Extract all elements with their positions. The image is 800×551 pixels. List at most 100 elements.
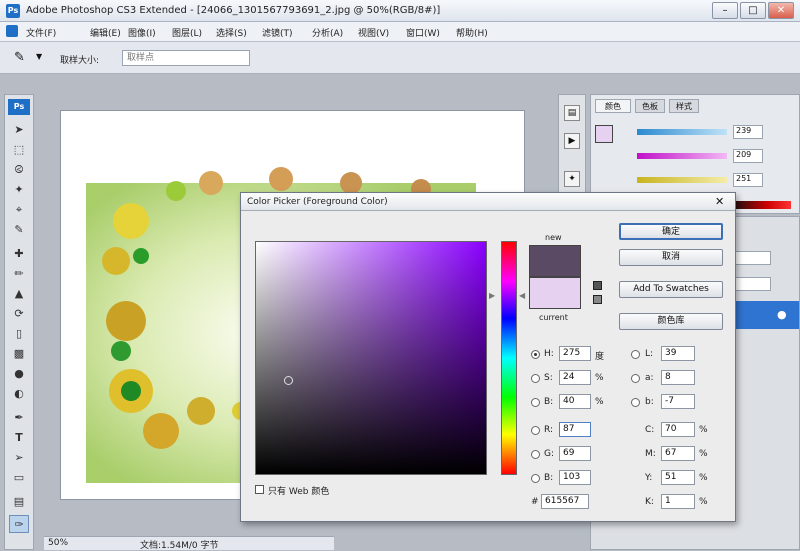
dodge-tool-icon[interactable]: ◐: [9, 385, 29, 403]
crop-tool-icon[interactable]: ⌖: [9, 201, 29, 219]
s-unit: %: [595, 373, 604, 383]
radio-b-blue[interactable]: [531, 474, 540, 483]
blur-tool-icon[interactable]: ●: [9, 365, 29, 383]
g-input[interactable]: 69: [559, 446, 591, 461]
hue-left-arrow-icon[interactable]: ▶: [489, 291, 495, 300]
tool-preset-chevron-icon[interactable]: ▼: [36, 52, 42, 61]
hue-right-arrow-icon[interactable]: ◀: [519, 291, 525, 300]
k-label: K:: [645, 497, 654, 507]
menu-bar: 文件(F) 编辑(E) 图像(I) 图层(L) 选择(S) 滤镜(T) 分析(A…: [0, 22, 800, 42]
current-color-swatch[interactable]: [529, 277, 581, 309]
h-unit: 度: [595, 352, 605, 362]
magic-wand-tool-icon[interactable]: ✦: [9, 181, 29, 199]
ok-button[interactable]: 确定: [619, 223, 723, 240]
menu-item-analysis[interactable]: 分析(A): [312, 26, 343, 39]
slice-tool-icon[interactable]: ✎: [9, 221, 29, 239]
add-to-swatches-button[interactable]: Add To Swatches: [619, 281, 723, 298]
c-input[interactable]: 70: [661, 422, 695, 437]
radio-a[interactable]: [631, 374, 640, 383]
color-ramp[interactable]: [731, 201, 791, 209]
h-label: H:: [544, 349, 554, 359]
brush-tool-icon[interactable]: ✏: [9, 265, 29, 283]
lab-b-input[interactable]: -7: [661, 394, 695, 409]
h-input[interactable]: 275: [559, 346, 591, 361]
saturation-brightness-field[interactable]: [255, 241, 487, 475]
actions-panel-icon[interactable]: ▶: [564, 133, 580, 149]
healing-brush-tool-icon[interactable]: ✚: [9, 245, 29, 263]
sample-size-value: 取样点: [127, 53, 155, 63]
sample-size-select[interactable]: 取样点: [122, 50, 250, 66]
y-input[interactable]: 51: [661, 470, 695, 485]
menu-item-edit[interactable]: 编辑(E): [90, 26, 121, 39]
hex-input[interactable]: 615567: [541, 494, 589, 509]
b-brightness-input[interactable]: 40: [559, 394, 591, 409]
options-bar: ✎ ▼ 取样大小: 取样点: [0, 42, 800, 74]
move-tool-icon[interactable]: ➤: [9, 121, 29, 139]
r-value[interactable]: 239: [733, 125, 763, 139]
tab-styles[interactable]: 样式: [669, 99, 699, 113]
tab-color[interactable]: 颜色: [595, 99, 631, 113]
a-input[interactable]: 8: [661, 370, 695, 385]
maximize-button[interactable]: □: [740, 2, 766, 19]
tools-panel-icon[interactable]: ✦: [564, 171, 580, 187]
web-safe-warning-icon[interactable]: [593, 295, 602, 304]
menu-item-image[interactable]: 图像(I): [128, 26, 156, 39]
radio-r[interactable]: [531, 426, 540, 435]
radio-b-brightness[interactable]: [531, 398, 540, 407]
g-slider[interactable]: [637, 153, 727, 159]
color-libraries-button[interactable]: 颜色库: [619, 313, 723, 330]
shape-tool-icon[interactable]: ▭: [9, 469, 29, 487]
menu-item-view[interactable]: 视图(V): [358, 26, 389, 39]
eyedropper-tool-icon[interactable]: ✎: [14, 50, 25, 65]
hue-slider[interactable]: [501, 241, 517, 475]
r-input[interactable]: 87: [559, 422, 591, 437]
radio-lab-b[interactable]: [631, 398, 640, 407]
m-label: M:: [645, 449, 656, 459]
opacity-field[interactable]: [731, 251, 771, 265]
path-selection-tool-icon[interactable]: ➢: [9, 449, 29, 467]
eyedropper-tool-icon[interactable]: ✑: [9, 515, 29, 533]
web-only-checkbox[interactable]: [255, 485, 264, 494]
radio-h[interactable]: [531, 350, 540, 359]
r-slider[interactable]: [637, 129, 727, 135]
zoom-level[interactable]: 50%: [48, 538, 68, 548]
l-input[interactable]: 39: [661, 346, 695, 361]
g-value[interactable]: 209: [733, 149, 763, 163]
radio-g[interactable]: [531, 450, 540, 459]
eraser-tool-icon[interactable]: ▯: [9, 325, 29, 343]
b-slider[interactable]: [637, 177, 727, 183]
menu-item-file[interactable]: 文件(F): [26, 26, 56, 39]
notes-tool-icon[interactable]: ▤: [9, 493, 29, 511]
cancel-button[interactable]: 取消: [619, 249, 723, 266]
m-input[interactable]: 67: [661, 446, 695, 461]
minimize-button[interactable]: –: [712, 2, 738, 19]
b-blue-input[interactable]: 103: [559, 470, 591, 485]
lasso-tool-icon[interactable]: ⧀: [9, 161, 29, 179]
history-panel-icon[interactable]: ▤: [564, 105, 580, 121]
tab-swatches[interactable]: 色板: [635, 99, 665, 113]
menu-item-filter[interactable]: 滤镜(T): [262, 26, 293, 39]
marquee-tool-icon[interactable]: ⬚: [9, 141, 29, 159]
color-field-marker[interactable]: [284, 376, 293, 385]
menu-item-help[interactable]: 帮助(H): [456, 26, 488, 39]
menu-item-layer[interactable]: 图层(L): [172, 26, 202, 39]
b-value[interactable]: 251: [733, 173, 763, 187]
foreground-swatch[interactable]: [595, 125, 613, 143]
a-label: a:: [645, 373, 654, 383]
menu-item-window[interactable]: 窗口(W): [406, 26, 440, 39]
menu-item-select[interactable]: 选择(S): [216, 26, 247, 39]
dialog-close-icon[interactable]: ✕: [715, 195, 724, 208]
radio-s[interactable]: [531, 374, 540, 383]
pen-tool-icon[interactable]: ✒: [9, 409, 29, 427]
out-of-gamut-warning-icon[interactable]: [593, 281, 602, 290]
radio-l[interactable]: [631, 350, 640, 359]
clone-stamp-tool-icon[interactable]: ▲: [9, 285, 29, 303]
dialog-title-bar: Color Picker (Foreground Color) ✕: [241, 193, 735, 211]
close-button[interactable]: ✕: [768, 2, 794, 19]
history-brush-tool-icon[interactable]: ⟳: [9, 305, 29, 323]
type-tool-icon[interactable]: T: [9, 429, 29, 447]
gradient-tool-icon[interactable]: ▩: [9, 345, 29, 363]
s-input[interactable]: 24: [559, 370, 591, 385]
fill-field[interactable]: [731, 277, 771, 291]
k-input[interactable]: 1: [661, 494, 695, 509]
